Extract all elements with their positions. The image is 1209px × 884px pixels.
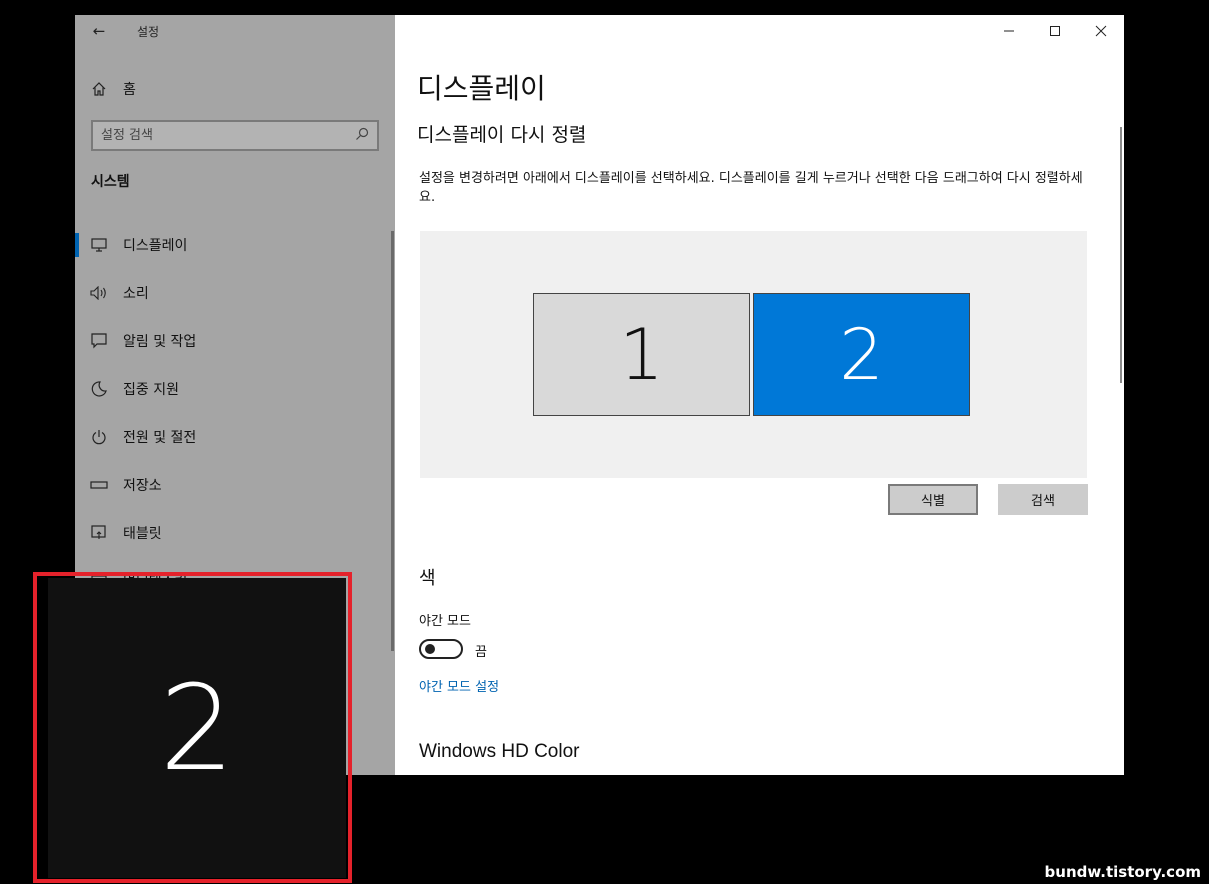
search-icon[interactable] <box>355 127 369 145</box>
identify-button[interactable]: 식별 <box>888 484 978 515</box>
night-mode-toggle[interactable] <box>419 639 463 659</box>
home-icon <box>75 81 123 97</box>
sidebar-item-display[interactable]: 디스플레이 <box>75 221 391 269</box>
sidebar-item-label: 태블릿 <box>123 526 162 542</box>
sidebar-item-focus-assist[interactable]: 집중 지원 <box>75 365 391 413</box>
sidebar-item-storage[interactable]: 저장소 <box>75 461 391 509</box>
sidebar-item-home[interactable]: 홈 <box>75 71 395 107</box>
back-button[interactable]: ← <box>75 15 123 47</box>
close-icon <box>1095 25 1107 37</box>
highlight-box <box>33 572 352 883</box>
sidebar-item-notifications[interactable]: 알림 및 작업 <box>75 317 391 365</box>
sidebar-item-label: 홈 <box>123 82 136 98</box>
tablet-icon <box>75 525 123 541</box>
title-bar: ← 설정 <box>75 15 395 47</box>
page-title: 디스플레이 <box>417 72 546 105</box>
section-heading: 시스템 <box>91 174 130 190</box>
power-icon <box>75 429 123 445</box>
sidebar-item-label: 저장소 <box>123 478 162 494</box>
monitor-1-tile[interactable]: 1 <box>533 293 750 416</box>
watermark: bundw.tistory.com <box>1044 863 1201 881</box>
minimize-icon <box>1004 30 1014 32</box>
maximize-icon <box>1050 26 1060 36</box>
back-arrow-icon: ← <box>92 22 106 40</box>
sidebar-scrollbar[interactable] <box>391 231 394 651</box>
sidebar-item-label: 소리 <box>123 286 149 302</box>
main-scrollbar[interactable] <box>1120 127 1122 383</box>
maximize-button[interactable] <box>1032 15 1078 47</box>
sidebar-item-label: 전원 및 절전 <box>123 430 197 446</box>
monitor-2-tile[interactable]: 2 <box>753 293 970 416</box>
display-arrangement-area: 1 2 <box>420 231 1087 478</box>
sidebar-item-tablet[interactable]: 태블릿 <box>75 509 391 557</box>
detect-button[interactable]: 검색 <box>998 484 1088 515</box>
sidebar-item-sound[interactable]: 소리 <box>75 269 391 317</box>
storage-icon <box>75 480 123 490</box>
speaker-icon <box>75 286 123 300</box>
sidebar-item-label: 알림 및 작업 <box>123 334 197 350</box>
minimize-button[interactable] <box>986 15 1032 47</box>
sidebar-item-power[interactable]: 전원 및 절전 <box>75 413 391 461</box>
monitor-icon <box>75 238 123 252</box>
search-box <box>91 120 379 151</box>
night-mode-label: 야간 모드 <box>419 614 471 629</box>
rearrange-heading: 디스플레이 다시 정렬 <box>417 124 587 146</box>
close-button[interactable] <box>1078 15 1124 47</box>
sidebar-item-label: 집중 지원 <box>123 382 179 398</box>
hd-color-heading: Windows HD Color <box>419 741 580 762</box>
search-input[interactable] <box>101 128 355 143</box>
moon-icon <box>75 381 123 397</box>
instruction-text: 설정을 변경하려면 아래에서 디스플레이를 선택하세요. 디스플레이를 길게 누… <box>419 171 1083 205</box>
nav-list: 디스플레이 소리 알림 및 작업 집중 지원 전원 및 절전 저장소 태블릿 <box>75 221 391 605</box>
night-mode-settings-link[interactable]: 야간 모드 설정 <box>419 676 499 695</box>
color-heading: 색 <box>419 568 436 589</box>
night-mode-state: 끔 <box>475 645 487 660</box>
main-content: 디스플레이 디스플레이 다시 정렬 설정을 변경하려면 아래에서 디스플레이를 … <box>395 15 1124 775</box>
window-controls <box>986 15 1124 47</box>
sidebar-item-label: 디스플레이 <box>123 238 188 254</box>
notification-icon <box>75 333 123 349</box>
app-title: 설정 <box>137 24 160 39</box>
